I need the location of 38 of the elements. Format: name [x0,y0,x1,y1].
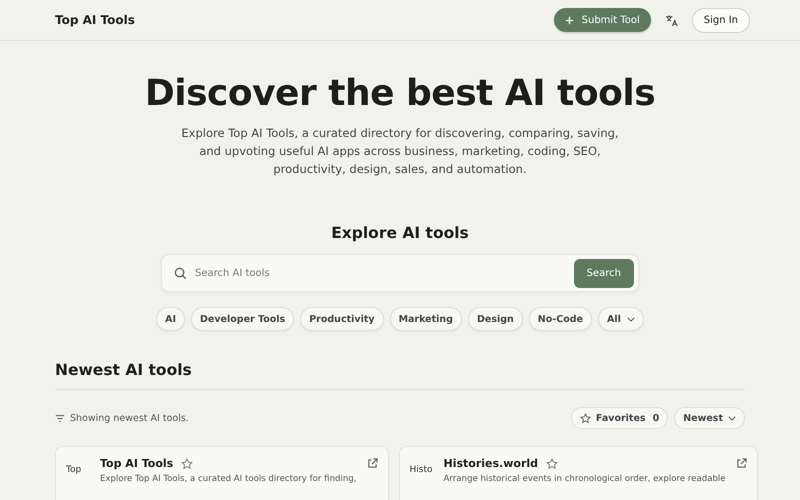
tool-description: Explore Top AI Tools, a curated AI tools directory for finding, [100,474,356,484]
site-logo-text[interactable]: Top AI Tools [55,13,135,27]
translate-icon[interactable] [664,14,678,26]
tool-card[interactable]: Histo Histories.world Arrange historical events in chronological order, explore readable [398,446,758,500]
star-icon[interactable] [546,458,558,470]
category-chip[interactable]: Developer Tools [191,307,294,331]
category-chip[interactable]: AI [156,307,186,331]
plus-icon [564,16,574,24]
hero-description: Explore Top AI Tools, a curated directory for discovering, comparing, saving, and upvoting useful AI apps across business, marketing, coding, SEO, productivity, design, sales, and automation. [180,125,620,178]
tool-name[interactable]: Histories.world [444,457,538,470]
search-icon [174,266,187,280]
section-heading: Explore AI tools [330,224,470,242]
hero-title: Discover the best AI tools [144,73,656,114]
section-heading: Newest AI tools [55,361,745,390]
tool-name[interactable]: Top AI Tools [100,457,174,470]
tool-card[interactable]: Top Top AI Tools Explore Top AI Tools, a curated AI tools directory for finding, [55,446,388,500]
submit-tool-button[interactable]: Submit Tool [554,8,651,32]
broken-image-alt-text: Top [66,464,82,477]
chevron-down-icon [728,416,736,420]
chevron-down-icon [626,316,635,322]
external-link-icon[interactable] [366,458,378,469]
favorites-button[interactable]: Favorites 0 [570,407,668,429]
tool-description: Arrange historical events in chronological order, explore readable [444,474,726,484]
sort-dropdown[interactable]: Newest [674,407,745,429]
filter-icon [55,414,65,422]
external-link-icon[interactable] [736,458,747,469]
search-button[interactable]: Search [574,258,634,288]
status-text: Showing newest AI tools. [70,412,189,424]
star-icon [580,412,591,424]
category-dropdown[interactable]: All [598,307,644,331]
star-icon[interactable] [181,458,194,470]
category-chip[interactable]: Design [468,307,523,331]
broken-image-alt-text: Histo [410,464,434,477]
category-chip[interactable]: No-Code [528,307,592,331]
sign-in-button[interactable]: Sign In [692,8,750,32]
search-field[interactable]: Search AI tools Search [161,254,639,292]
category-chip[interactable]: Productivity [300,307,384,331]
category-chip[interactable]: Marketing [390,307,462,331]
